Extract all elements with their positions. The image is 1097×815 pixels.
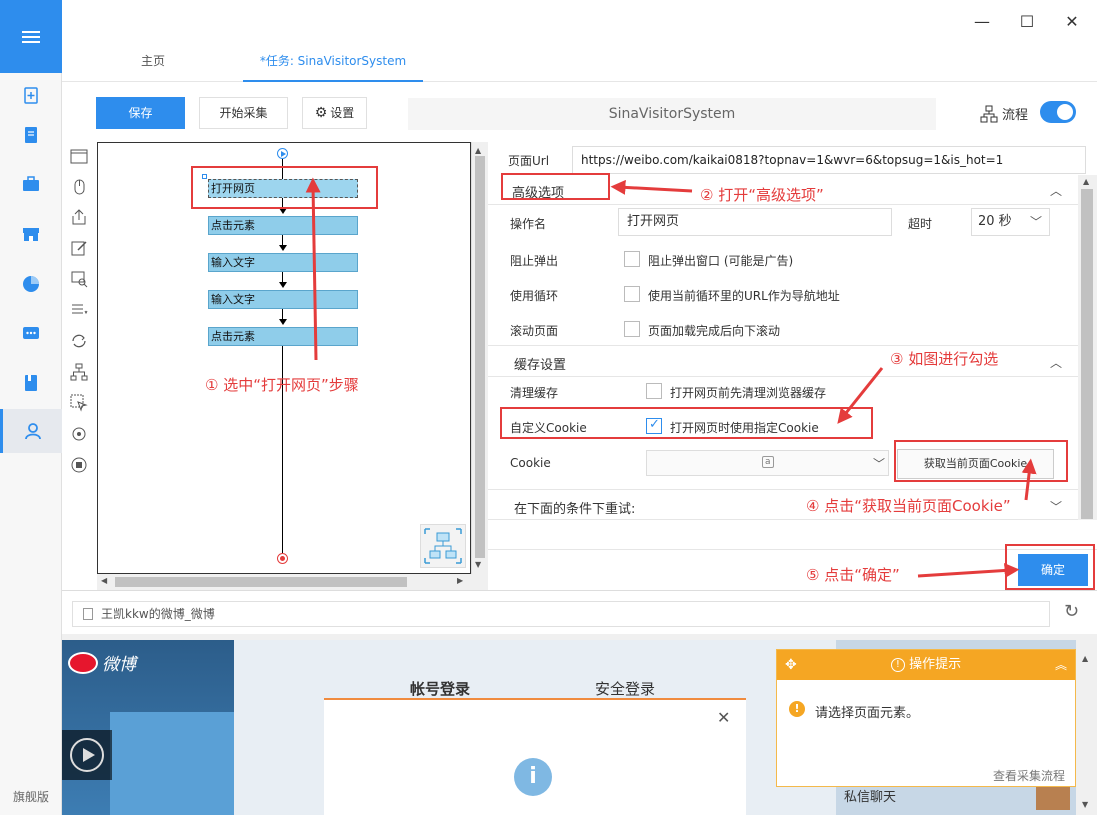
arrow-2 bbox=[610, 179, 693, 195]
arrow-4 bbox=[1021, 458, 1037, 501]
arrow-1 bbox=[305, 177, 321, 361]
annotation-step-3: ③ 如图进行勾选 bbox=[890, 350, 999, 368]
annotation-step-1: ① 选中“打开网页”步骤 bbox=[205, 376, 359, 394]
annotation-step-2: ② 打开“高级选项” bbox=[700, 186, 824, 204]
arrow-5 bbox=[917, 562, 1020, 578]
annotation-step-4: ④ 点击“获取当前页面Cookie” bbox=[806, 497, 1011, 515]
arrow-3 bbox=[837, 367, 884, 424]
annotation-step-5: ⑤ 点击“确定” bbox=[806, 566, 900, 584]
annotation-arrows bbox=[305, 177, 1037, 578]
